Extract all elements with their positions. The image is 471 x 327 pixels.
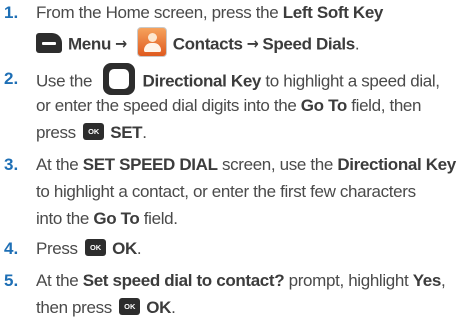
step-text: field. <box>139 209 178 228</box>
step-text-line: into the Go To field. <box>36 206 178 231</box>
step-text-line: Menu → Contacts → Speed Dials. <box>36 27 360 60</box>
key-name: Directional Key <box>337 155 456 174</box>
contacts-app-icon <box>136 27 167 57</box>
step-text-line: Press OK OK. <box>36 236 142 261</box>
step-number: 2. <box>4 69 19 88</box>
field-name: Go To <box>300 96 347 115</box>
step-text: At the <box>36 271 83 290</box>
step-text: prompt, highlight <box>284 271 413 290</box>
step-text: Use the <box>36 71 97 91</box>
step-text: press <box>36 123 81 142</box>
screen-name: SET SPEED DIAL <box>82 155 218 174</box>
step-text-line: or enter the speed dial digits into the … <box>36 93 421 118</box>
ok-key-icon: OK <box>119 298 141 316</box>
step-text-line: At the Set speed dial to contact? prompt… <box>36 268 446 293</box>
ok-label: OK <box>112 239 137 258</box>
ok-key-icon: OK <box>83 123 105 141</box>
speed-dials-label: Speed Dials <box>262 34 355 54</box>
step-text: to highlight a contact, or enter the fir… <box>36 182 416 201</box>
step-text: to highlight a speed dial, <box>261 71 440 91</box>
step-text: into the <box>36 209 94 228</box>
step-text-line: then press OK OK. <box>36 295 176 320</box>
menu-label: Menu <box>68 34 111 54</box>
step-text: . <box>354 34 360 54</box>
step-text-line: At the SET SPEED DIAL screen, use the Di… <box>36 152 456 177</box>
contacts-label: Contacts <box>172 34 243 54</box>
arrow-right-icon: → <box>246 34 259 54</box>
key-name: Left Soft Key <box>282 3 384 22</box>
step-text: or enter the speed dial digits into the <box>36 96 301 115</box>
step-number: 4. <box>4 239 19 258</box>
step-text: At the <box>36 155 83 174</box>
field-name: Go To <box>93 209 140 228</box>
step-text: screen, use the <box>217 155 338 174</box>
set-label: SET <box>110 123 143 142</box>
step-text: , <box>441 271 446 290</box>
prompt-name: Set speed dial to contact? <box>82 271 285 290</box>
step-text: . <box>171 298 176 317</box>
ok-label: OK <box>146 298 172 317</box>
directional-key-icon <box>102 63 135 95</box>
key-name: Directional Key <box>142 71 262 91</box>
step-text: field, then <box>346 96 422 115</box>
arrow-right-icon: → <box>114 34 127 54</box>
step-number: 3. <box>4 155 19 174</box>
step-number: 1. <box>4 3 19 22</box>
step-text-line: press OK SET. <box>36 120 147 145</box>
instruction-steps: 1. From the Home screen, press the Left … <box>0 0 471 327</box>
step-text: Press <box>36 239 83 258</box>
step-text-line: From the Home screen, press the Left Sof… <box>36 0 383 25</box>
left-soft-key-icon <box>36 33 62 53</box>
step-text: . <box>136 239 142 258</box>
step-text: then press <box>36 298 117 317</box>
step-text-line: to highlight a contact, or enter the fir… <box>36 179 416 204</box>
ok-key-icon: OK <box>85 239 107 257</box>
step-text: . <box>142 123 147 142</box>
step-number: 5. <box>4 271 19 290</box>
option-name: Yes <box>412 271 442 290</box>
step-text: From the Home screen, press the <box>36 3 283 22</box>
